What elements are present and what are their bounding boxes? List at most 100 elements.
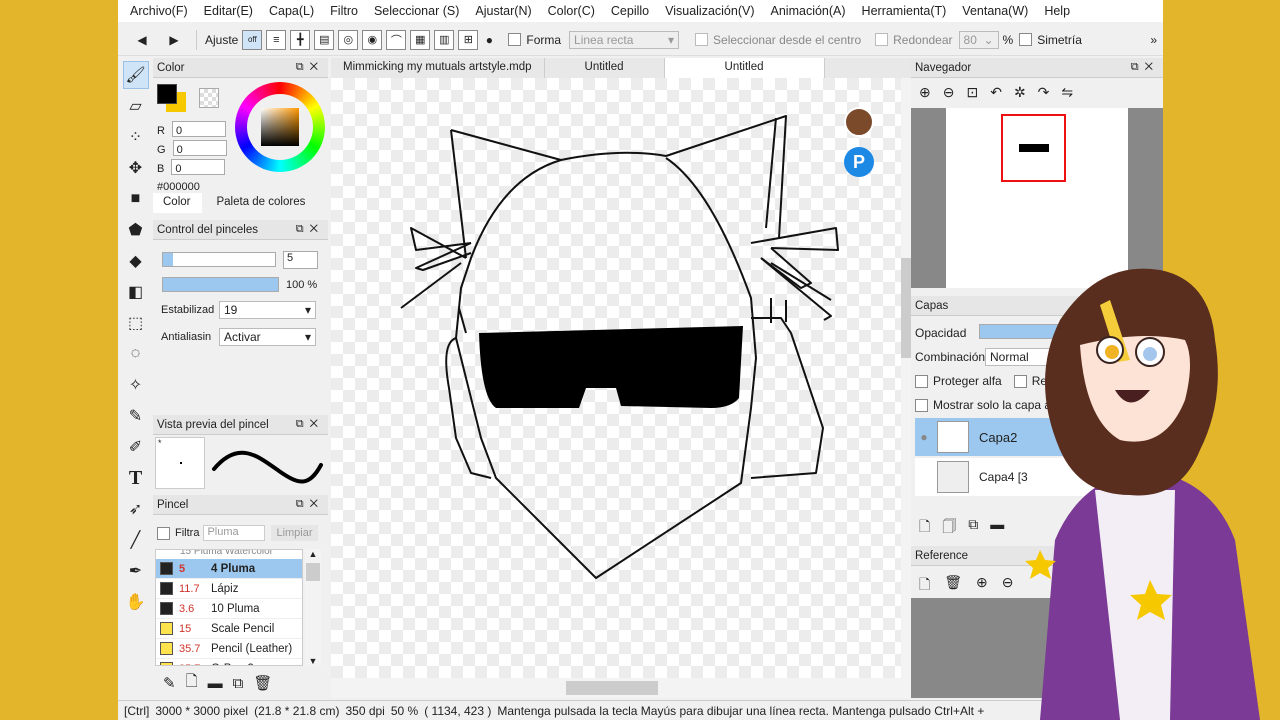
forma-checkbox[interactable] bbox=[508, 33, 522, 46]
fg-swatch[interactable] bbox=[157, 84, 177, 104]
divide-tool-icon[interactable]: ╱ bbox=[123, 526, 149, 554]
show-only-checkbox[interactable] bbox=[915, 398, 928, 412]
color-wheel[interactable] bbox=[235, 82, 325, 172]
rotate-left-icon[interactable]: ↶ bbox=[990, 84, 1002, 101]
antialias-dropdown[interactable]: Activar ▾ bbox=[219, 328, 316, 346]
menu-item-1[interactable]: Editar(E) bbox=[196, 4, 261, 18]
menu-item-7[interactable]: Cepillo bbox=[603, 4, 657, 18]
tab-color[interactable]: Color bbox=[153, 193, 203, 213]
g-field[interactable]: 0 bbox=[172, 140, 227, 156]
select-eraser-icon[interactable]: ✐ bbox=[123, 433, 149, 461]
toolbar-more-icon[interactable]: » bbox=[1150, 33, 1157, 47]
ruler-circle-icon[interactable]: ◉ bbox=[362, 29, 383, 50]
menu-item-6[interactable]: Color(C) bbox=[540, 4, 603, 18]
brush-list-item[interactable]: 11.7 Lápiz bbox=[156, 579, 302, 599]
menu-item-8[interactable]: Visualización(V) bbox=[657, 4, 762, 18]
magic-wand-icon[interactable]: ✧ bbox=[123, 371, 149, 399]
ruler-curve-icon[interactable]: ⌒ bbox=[386, 29, 407, 50]
fill-tool-icon[interactable]: ◆ bbox=[123, 247, 149, 275]
new-layer-3-icon[interactable]: ⧉ bbox=[968, 516, 978, 540]
rotate-reset-icon[interactable]: ✲ bbox=[1014, 84, 1026, 101]
brush-list-item[interactable]: 5 4 Pluma bbox=[156, 559, 302, 579]
dot-icon[interactable]: ● bbox=[482, 29, 496, 51]
ajuste-off-button[interactable]: off bbox=[242, 29, 263, 50]
new-layer-icon[interactable]: 🗋 bbox=[919, 516, 930, 540]
size-field[interactable]: 5 bbox=[283, 251, 318, 269]
menu-item-0[interactable]: Archivo(F) bbox=[122, 4, 196, 18]
visibility-icon[interactable]: ● bbox=[915, 430, 933, 444]
gradient-tool-icon[interactable]: ◧ bbox=[123, 278, 149, 306]
canvas-hscroll[interactable] bbox=[331, 678, 911, 698]
panel-controls-icon[interactable]: ⧉✕ bbox=[296, 223, 324, 236]
drawing-canvas[interactable]: P bbox=[331, 78, 901, 678]
select-pen-icon[interactable]: ✎ bbox=[123, 402, 149, 430]
menu-item-2[interactable]: Capa(L) bbox=[261, 4, 322, 18]
eraser-tool-icon[interactable]: ▱ bbox=[123, 92, 149, 120]
navigator-view-rect[interactable] bbox=[1001, 114, 1066, 182]
ruler-parallel-icon[interactable]: ≡ bbox=[266, 29, 287, 50]
prev-icon[interactable]: ◀ bbox=[132, 29, 152, 51]
stabilizer-dropdown[interactable]: 19 ▾ bbox=[219, 301, 316, 319]
ruler-ellipse-icon[interactable]: ◎ bbox=[338, 29, 359, 50]
ruler-grid-icon[interactable]: ▤ bbox=[314, 29, 335, 50]
round-value-field[interactable]: 80 ⌄ bbox=[958, 30, 999, 49]
protect-checkbox[interactable] bbox=[915, 374, 928, 388]
menu-item-10[interactable]: Herramienta(T) bbox=[854, 4, 955, 18]
hand-tool-icon[interactable]: ✋ bbox=[123, 588, 149, 616]
zoom-in-icon[interactable]: ⊕ bbox=[919, 84, 931, 101]
tab-document-3[interactable]: Untitled bbox=[664, 58, 825, 78]
menu-item-3[interactable]: Filtro bbox=[322, 4, 366, 18]
filter-checkbox[interactable] bbox=[157, 526, 170, 540]
b-field[interactable]: 0 bbox=[171, 159, 226, 175]
shape-dropdown[interactable]: Linea recta ▾ bbox=[569, 30, 680, 49]
zoom-fit-icon[interactable]: ⊡ bbox=[966, 84, 978, 101]
delete-icon[interactable]: 🗑 bbox=[253, 674, 272, 692]
move-tool-icon[interactable]: ✥ bbox=[123, 154, 149, 182]
flip-icon[interactable]: ⇋ bbox=[1061, 84, 1073, 101]
brush-tool-icon[interactable]: 🖌 bbox=[122, 61, 149, 89]
brush-list-item[interactable]: 15 Scale Pencil bbox=[156, 619, 302, 639]
tab-document-1[interactable]: Mimmicking my mutuals artstyle.mdp bbox=[331, 58, 545, 78]
vscroll-thumb[interactable] bbox=[901, 258, 911, 358]
ref-zoom-in-icon[interactable]: ⊕ bbox=[976, 574, 988, 598]
ref-new-icon[interactable]: 🗋 bbox=[919, 574, 930, 598]
r-field[interactable]: 0 bbox=[172, 121, 227, 137]
brush-list-item[interactable]: 35.7 Pencil (Leather) bbox=[156, 639, 302, 659]
rect-fill-tool-icon[interactable]: ■ bbox=[123, 185, 149, 213]
filter-input[interactable]: Pluma bbox=[203, 525, 266, 541]
lasso-tool-icon[interactable]: ◌ bbox=[123, 340, 149, 368]
operation-tool-icon[interactable]: ➶ bbox=[123, 495, 149, 523]
brush-list-item[interactable]: 3.6 10 Pluma bbox=[156, 599, 302, 619]
avatar-badge-2[interactable]: P bbox=[844, 147, 874, 177]
duplicate-icon[interactable]: ⧉ bbox=[233, 675, 244, 692]
round-checkbox[interactable] bbox=[875, 33, 889, 46]
size-slider[interactable] bbox=[162, 252, 276, 267]
next-icon[interactable]: ▶ bbox=[164, 29, 184, 51]
ruler-cross-icon[interactable]: ╋ bbox=[290, 29, 311, 50]
list-scrollbar[interactable]: ▲ ▼ bbox=[305, 549, 321, 666]
new-layer-2-icon[interactable]: 🗍 bbox=[942, 516, 956, 540]
ruler-persp-grid-icon[interactable]: ▥ bbox=[434, 29, 455, 50]
folder-icon[interactable]: ▬ bbox=[208, 675, 223, 692]
dot-tool-icon[interactable]: ⁘ bbox=[123, 123, 149, 151]
bucket-tool-icon[interactable]: ⬟ bbox=[123, 216, 149, 244]
clear-button[interactable]: Limpiar bbox=[271, 525, 318, 541]
zoom-out-icon[interactable]: ⊖ bbox=[943, 84, 955, 101]
menu-item-5[interactable]: Ajustar(N) bbox=[467, 4, 539, 18]
eyedropper-icon[interactable]: ✒ bbox=[123, 557, 149, 585]
select-center-checkbox[interactable] bbox=[695, 33, 709, 46]
panel-controls-icon[interactable]: ⧉✕ bbox=[296, 61, 324, 74]
text-tool-icon[interactable]: T bbox=[123, 464, 149, 492]
canvas-vscroll[interactable] bbox=[901, 78, 911, 678]
symmetry-checkbox[interactable] bbox=[1019, 33, 1033, 46]
ref-delete-icon[interactable]: 🗑 bbox=[944, 574, 962, 598]
menu-item-12[interactable]: Help bbox=[1036, 4, 1078, 18]
ruler-perspective-icon[interactable]: ▦ bbox=[410, 29, 431, 50]
opacity-slider[interactable] bbox=[162, 277, 279, 292]
ruler-persp2-icon[interactable]: ⊞ bbox=[458, 29, 479, 50]
new-brush-icon[interactable]: 🗋 bbox=[186, 671, 198, 696]
menu-item-9[interactable]: Animación(A) bbox=[763, 4, 854, 18]
menu-item-11[interactable]: Ventana(W) bbox=[954, 4, 1036, 18]
panel-controls-icon[interactable]: ⧉✕ bbox=[296, 418, 324, 431]
menu-item-4[interactable]: Seleccionar (S) bbox=[366, 4, 467, 18]
